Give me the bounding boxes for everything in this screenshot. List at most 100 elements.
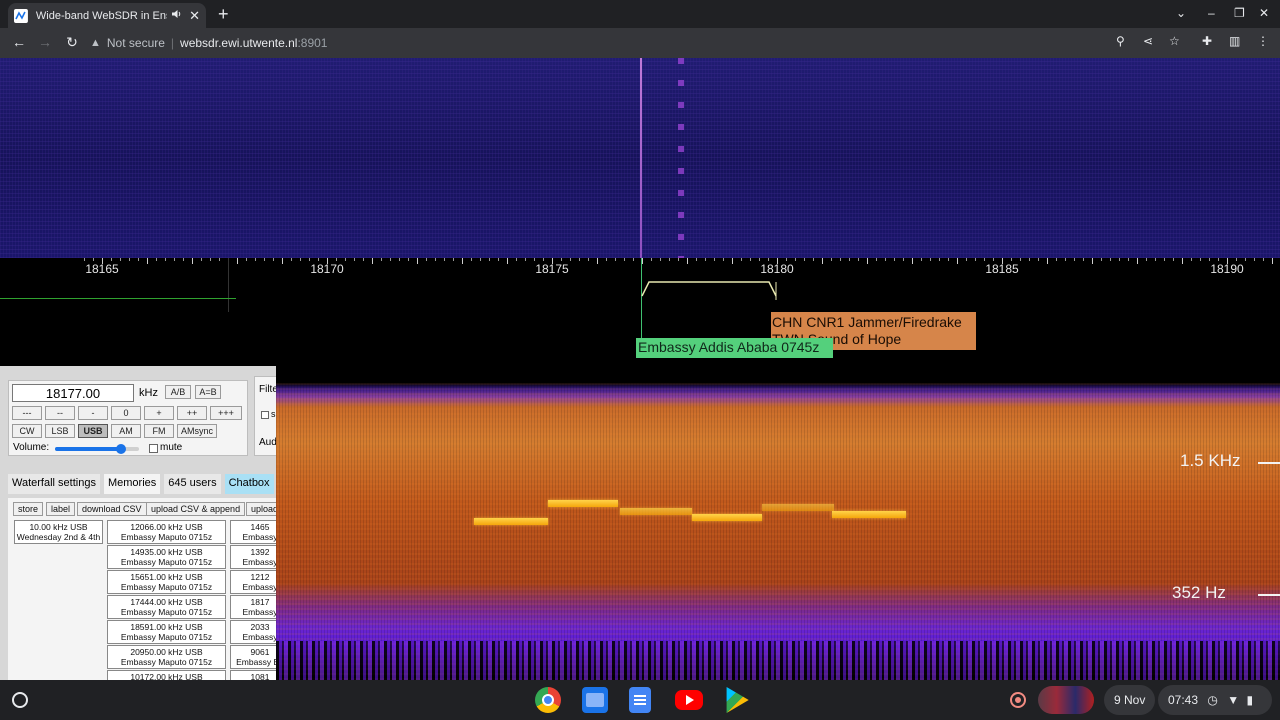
browser-tab[interactable]: Wide-band WebSDR in Enschede ✕ [8,3,206,28]
scale-tick [525,258,526,261]
step-button[interactable]: -- [45,406,75,420]
tab-memories[interactable]: Memories [103,474,161,494]
a-equals-b-button[interactable]: A=B [195,385,221,399]
memory-entry[interactable]: 1817 Embassy [230,595,276,619]
more-menu-icon[interactable]: ⋮ [1257,34,1269,48]
files-icon[interactable] [582,687,608,713]
status-area[interactable]: 07:43 ◷ ▼ ▮ [1158,685,1272,715]
volume-thumb[interactable] [115,444,126,454]
memory-entry[interactable]: 1465 Embassy [230,520,276,544]
scale-tick [696,258,697,261]
screen-record-icon[interactable] [1010,692,1026,708]
scale-tick [507,258,508,264]
step-button[interactable]: + [144,406,174,420]
mode-cw-button[interactable]: CW [12,424,42,438]
share-icon[interactable]: ⋖ [1143,34,1153,48]
scale-tick [1038,258,1039,261]
mode-fm-button[interactable]: FM [144,424,174,438]
upload-csv-append-button[interactable]: upload CSV & append [146,502,246,516]
step-button[interactable]: 0 [111,406,141,420]
launcher-icon[interactable] [12,692,28,708]
scale-tick [822,258,823,264]
memory-entry[interactable]: 18591.00 kHz USB Embassy Maputo 0715z [107,620,226,644]
memory-entry[interactable]: 1212 Embassy [230,570,276,594]
passband-indicator[interactable] [641,278,777,300]
scale-tick [1119,258,1120,261]
filter-checkbox[interactable] [261,411,269,419]
label-button[interactable]: label [46,502,76,516]
memory-entry[interactable]: 15651.00 kHz USB Embassy Maputo 0715z [107,570,226,594]
play-store-icon[interactable] [726,687,749,713]
scale-tick [192,258,193,264]
extensions-icon[interactable]: ✚ [1202,34,1212,48]
memory-entry[interactable]: 1392 Embassy [230,545,276,569]
mode-lsb-button[interactable]: LSB [45,424,75,438]
new-tab-button[interactable]: + [218,4,229,25]
waterfall-display[interactable] [0,58,1280,258]
scale-tick [237,258,238,264]
store-button[interactable]: store [13,502,44,516]
memory-entry[interactable]: 10.00 kHz USB Wednesday 2nd & 4th [14,520,103,544]
memory-entry[interactable]: 20950.00 kHz USB Embassy Maputo 0715z [107,645,226,669]
audio-label: Aud [259,437,276,448]
memory-entry[interactable]: 9061Embassy Be [230,645,276,669]
speaker-icon[interactable] [171,9,183,22]
mode-usb-button[interactable]: USB [78,424,108,438]
step-button[interactable]: ++ [177,406,207,420]
frequency-input[interactable] [12,384,134,402]
step-button[interactable]: - [78,406,108,420]
bookmark-star-icon[interactable]: ☆ [1169,34,1180,48]
memory-name: Embassy Maputo 0715z [120,607,213,617]
station-label-green[interactable]: Embassy Addis Ababa 0745z [636,338,833,358]
forward-arrow-icon[interactable]: → [36,34,54,50]
tab-chatbox[interactable]: Chatbox [224,474,274,494]
do-not-disturb-icon: ◷ [1207,693,1218,707]
memory-entry[interactable]: 1081 [230,670,276,680]
control-panel: kHz A/B A=B --- -- - 0 + ++ +++ CW LSB U… [0,366,276,680]
chrome-icon[interactable] [535,687,561,713]
address-bar[interactable]: ▲ Not secure | websdr.ewi.utwente.nl:890… [90,31,1170,55]
restore-icon[interactable]: ❐ [1234,6,1245,20]
step-button[interactable]: --- [12,406,42,420]
step-button[interactable]: +++ [210,406,242,420]
scale-tick [966,258,967,261]
mode-amsync-button[interactable]: AMsync [177,424,217,438]
youtube-icon[interactable] [675,690,703,710]
mute-checkbox[interactable] [149,444,158,453]
close-tab-icon[interactable]: ✕ [189,8,200,24]
wifi-icon: ▼ [1227,693,1240,707]
download-csv-button[interactable]: download CSV [77,502,147,516]
memory-name: Embassy [242,532,276,542]
scale-tick [282,258,283,264]
back-arrow-icon[interactable]: ← [10,34,28,50]
memory-entry[interactable]: 12066.00 kHz USB Embassy Maputo 0715z [107,520,226,544]
scale-tick [714,258,715,261]
memory-freq: 17444.00 kHz USB [130,597,203,607]
tab-users[interactable]: 645 users [164,474,221,494]
scale-tick [885,258,886,261]
minimize-icon[interactable]: – [1208,6,1215,20]
side-panel-icon[interactable]: ▥ [1229,34,1240,48]
close-window-icon[interactable]: ✕ [1259,6,1269,20]
ab-button[interactable]: A/B [165,385,191,399]
scale-tick [849,258,850,261]
reload-icon[interactable]: ↻ [63,34,81,51]
tray-thumbnail[interactable] [1038,686,1094,714]
memory-entry[interactable]: 14935.00 kHz USB Embassy Maputo 0715z [107,545,226,569]
scale-tick [219,258,220,261]
scale-tick [1200,258,1201,261]
zoom-icon[interactable]: ⚲ [1116,34,1125,48]
date-pill[interactable]: 9 Nov [1104,685,1156,715]
mode-am-button[interactable]: AM [111,424,141,438]
tab-waterfall-settings[interactable]: Waterfall settings [8,474,100,494]
scale-tick [516,258,517,261]
docs-icon[interactable] [629,687,651,713]
memory-entry[interactable]: 17444.00 kHz USB Embassy Maputo 0715z [107,595,226,619]
volume-slider[interactable] [55,444,139,454]
memory-entry[interactable]: 10172.00 kHz USB [107,670,226,680]
chevron-down-icon[interactable]: ⌄ [1176,6,1186,20]
memory-entry[interactable]: 2033 Embassy [230,620,276,644]
spectrogram-noise-floor [276,641,1280,680]
upload-button[interactable]: upload [246,502,276,516]
scale-tick [705,258,706,261]
